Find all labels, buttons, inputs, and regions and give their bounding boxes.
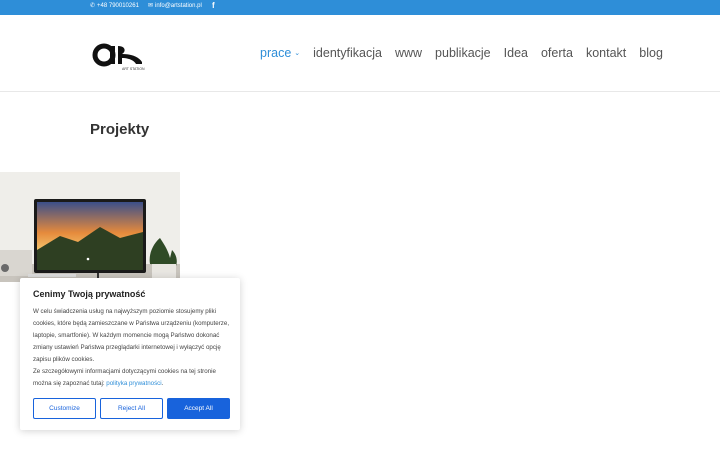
logo-mark: ART STATION: [92, 43, 145, 71]
phone-number[interactable]: +48 790010261: [97, 3, 139, 9]
cookie-text-1: W celu świadczenia usług na najwyższym p…: [33, 308, 230, 363]
project-thumbnail[interactable]: [0, 172, 180, 282]
main-navigation: prace ⌄ identyfikacja www publikacje Idea…: [260, 46, 663, 60]
nav-item-identyfikacja[interactable]: identyfikacja: [313, 46, 382, 60]
nav-item-publikacje[interactable]: publikacje: [435, 46, 491, 60]
project-image: [0, 172, 180, 282]
phone-contact[interactable]: ✆ +48 790010261: [90, 2, 139, 10]
email-contact[interactable]: ✉ info@artstation.pl: [148, 2, 202, 10]
nav-item-kontakt[interactable]: kontakt: [586, 46, 626, 60]
cookie-text-end: .: [161, 380, 164, 387]
site-header: ART STATION prace ⌄ identyfikacja www pub…: [0, 15, 720, 92]
nav-item-label: prace: [260, 46, 292, 60]
chevron-down-icon: ⌄: [294, 50, 301, 57]
nav-item-blog[interactable]: blog: [639, 46, 663, 60]
nav-item-oferta[interactable]: oferta: [541, 46, 573, 60]
page-title: Projekty: [90, 121, 150, 138]
site-logo[interactable]: ART STATION: [92, 40, 148, 72]
cookie-body: W celu świadczenia usług na najwyższym p…: [33, 306, 231, 390]
top-contact-bar: ✆ +48 790010261 ✉ info@artstation.pl f: [0, 0, 720, 15]
customize-button[interactable]: Customize: [33, 398, 96, 419]
logo-text: ART STATION: [122, 67, 145, 71]
reject-all-button[interactable]: Reject All: [100, 398, 163, 419]
facebook-icon[interactable]: f: [212, 1, 215, 10]
privacy-policy-link[interactable]: polityka prywatności: [106, 380, 161, 387]
nav-item-www[interactable]: www: [395, 46, 422, 60]
email-address[interactable]: info@artstation.pl: [155, 3, 202, 9]
cookie-consent-dialog: Cenimy Twoją prywatność W celu świadczen…: [20, 278, 240, 430]
envelope-icon: ✉: [148, 3, 154, 9]
accept-all-button[interactable]: Accept All: [167, 398, 230, 419]
cookie-title: Cenimy Twoją prywatność: [33, 289, 146, 299]
nav-item-prace[interactable]: prace ⌄: [260, 46, 300, 60]
cookie-buttons: Customize Reject All Accept All: [33, 398, 230, 419]
phone-icon: ✆: [90, 3, 96, 9]
nav-item-idea[interactable]: Idea: [504, 46, 528, 60]
